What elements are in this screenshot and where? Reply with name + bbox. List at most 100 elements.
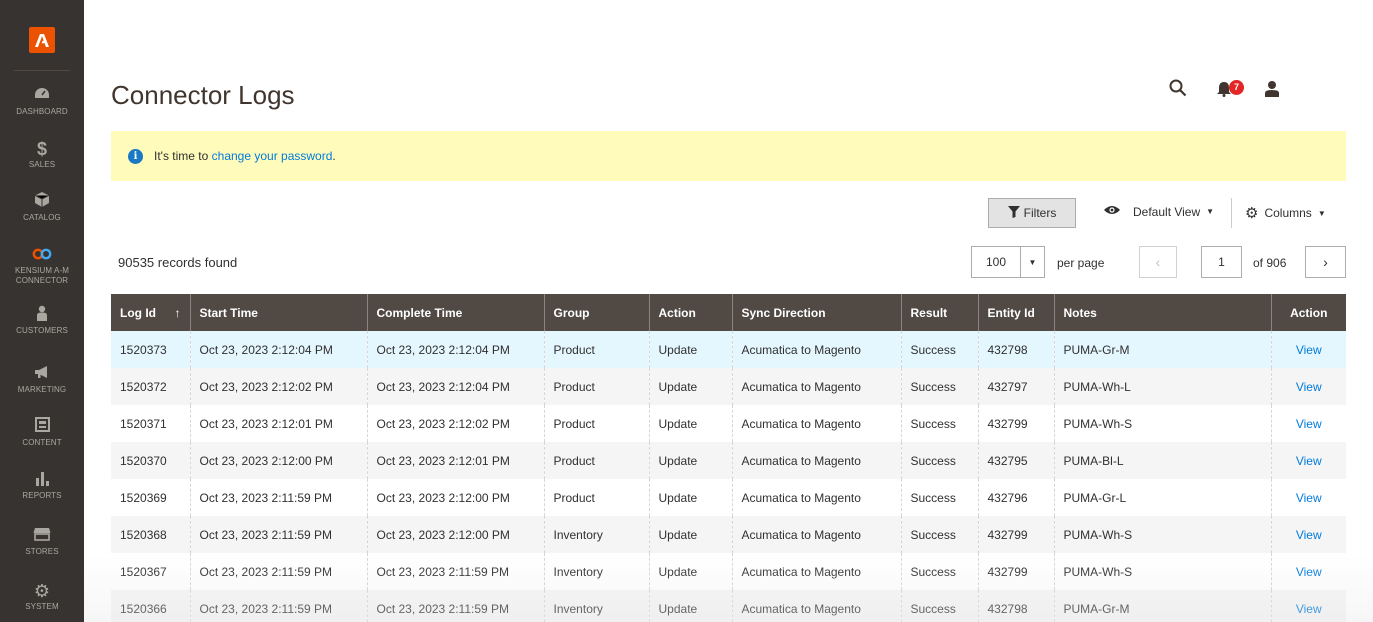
cell-notes: PUMA-Gr-L	[1053, 479, 1271, 516]
cell-result: Success	[900, 405, 978, 442]
cell-entity-id: 432798	[977, 331, 1054, 368]
sidebar-item-customers[interactable]: CUSTOMERS	[0, 305, 84, 336]
cell-entity-id: 432795	[977, 442, 1054, 479]
dashboard-icon	[0, 86, 84, 106]
notification-count-badge[interactable]: 7	[1229, 80, 1244, 95]
view-link[interactable]: View	[1296, 491, 1322, 505]
cell-row-action: View	[1270, 479, 1346, 516]
megaphone-icon	[0, 364, 84, 384]
column-header-notes[interactable]: Notes	[1053, 294, 1271, 331]
cell-log-id: 1520366	[111, 590, 190, 622]
table-header-row: Log Id ↑ Start Time Complete Time Group A…	[111, 294, 1346, 331]
cell-complete-time: Oct 23, 2023 2:11:59 PM	[366, 553, 544, 590]
page-title: Connector Logs	[111, 80, 295, 110]
sidebar-item-system[interactable]: ⚙ SYSTEM	[0, 581, 84, 612]
column-header-log-id[interactable]: Log Id ↑	[111, 294, 190, 331]
cell-row-action: View	[1270, 590, 1346, 622]
user-account-icon[interactable]	[1264, 80, 1280, 102]
table-row[interactable]: 1520367 Oct 23, 2023 2:11:59 PM Oct 23, …	[111, 553, 1346, 590]
change-password-link[interactable]: change your password	[212, 149, 333, 163]
connector-logs-table: Log Id ↑ Start Time Complete Time Group A…	[111, 294, 1346, 622]
table-row[interactable]: 1520370 Oct 23, 2023 2:12:00 PM Oct 23, …	[111, 442, 1346, 479]
cell-start-time: Oct 23, 2023 2:11:59 PM	[189, 516, 367, 553]
filters-button[interactable]: Filters	[988, 198, 1076, 228]
view-link[interactable]: View	[1296, 417, 1322, 431]
cell-result: Success	[900, 331, 978, 368]
cell-start-time: Oct 23, 2023 2:12:04 PM	[189, 331, 367, 368]
table-row[interactable]: 1520371 Oct 23, 2023 2:12:01 PM Oct 23, …	[111, 405, 1346, 442]
table-row[interactable]: 1520372 Oct 23, 2023 2:12:02 PM Oct 23, …	[111, 368, 1346, 405]
view-link[interactable]: View	[1296, 454, 1322, 468]
previous-page-button[interactable]: ‹	[1139, 246, 1177, 278]
chevron-left-icon: ‹	[1155, 254, 1161, 270]
cell-log-id: 1520369	[111, 479, 190, 516]
chevron-right-icon: ›	[1323, 254, 1328, 270]
sidebar-item-catalog[interactable]: CATALOG	[0, 192, 84, 223]
search-icon[interactable]	[1169, 79, 1187, 102]
view-link[interactable]: View	[1296, 602, 1322, 616]
toolbar-divider	[1231, 198, 1232, 228]
cell-result: Success	[900, 442, 978, 479]
records-found: 90535 records found	[118, 255, 238, 270]
message-suffix: .	[332, 149, 336, 163]
per-page-label: per page	[1057, 256, 1105, 270]
view-link[interactable]: View	[1296, 380, 1322, 394]
next-page-button[interactable]: ›	[1305, 246, 1346, 278]
cell-action: Update	[648, 442, 732, 479]
cell-group: Inventory	[543, 590, 649, 622]
cell-notes: PUMA-Wh-L	[1053, 368, 1271, 405]
cell-start-time: Oct 23, 2023 2:12:00 PM	[189, 442, 367, 479]
sidebar-item-kensium-connector[interactable]: KENSIUM A-M CONNECTOR	[0, 245, 84, 286]
column-header-row-action: Action	[1270, 294, 1346, 331]
layout-icon	[0, 417, 84, 437]
cell-log-id: 1520368	[111, 516, 190, 553]
sidebar-item-reports[interactable]: REPORTS	[0, 470, 84, 501]
columns-dropdown[interactable]: ⚙ Columns ▼	[1245, 204, 1326, 222]
sort-ascending-icon: ↑	[174, 305, 181, 320]
total-pages-label: of 906	[1253, 256, 1287, 270]
cell-group: Product	[543, 331, 649, 368]
eye-icon	[1103, 204, 1121, 219]
column-header-sync-direction[interactable]: Sync Direction	[731, 294, 901, 331]
column-header-start-time[interactable]: Start Time	[189, 294, 367, 331]
table-row[interactable]: 1520368 Oct 23, 2023 2:11:59 PM Oct 23, …	[111, 516, 1346, 553]
view-link[interactable]: View	[1296, 343, 1322, 357]
cell-complete-time: Oct 23, 2023 2:12:02 PM	[366, 405, 544, 442]
cell-complete-time: Oct 23, 2023 2:12:01 PM	[366, 442, 544, 479]
cell-complete-time: Oct 23, 2023 2:12:04 PM	[366, 368, 544, 405]
column-header-action[interactable]: Action	[648, 294, 732, 331]
cell-complete-time: Oct 23, 2023 2:12:00 PM	[366, 479, 544, 516]
cell-entity-id: 432799	[977, 553, 1054, 590]
message-prefix: It's time to	[154, 149, 212, 163]
gear-icon: ⚙	[1245, 205, 1259, 222]
cell-action: Update	[648, 331, 732, 368]
cell-log-id: 1520367	[111, 553, 190, 590]
sidebar-item-sales[interactable]: $ SALES	[0, 139, 84, 170]
sidebar-item-dashboard[interactable]: DASHBOARD	[0, 86, 84, 117]
column-header-entity-id[interactable]: Entity Id	[977, 294, 1054, 331]
cell-notes: PUMA-Wh-S	[1053, 553, 1271, 590]
cell-notes: PUMA-Gr-M	[1053, 331, 1271, 368]
caret-down-icon[interactable]: ▼	[1020, 247, 1044, 277]
cell-row-action: View	[1270, 553, 1346, 590]
table-row[interactable]: 1520366 Oct 23, 2023 2:11:59 PM Oct 23, …	[111, 590, 1346, 622]
cell-group: Inventory	[543, 553, 649, 590]
cell-log-id: 1520371	[111, 405, 190, 442]
page-number-input[interactable]: 1	[1201, 246, 1242, 278]
cell-complete-time: Oct 23, 2023 2:12:00 PM	[366, 516, 544, 553]
view-link[interactable]: View	[1296, 528, 1322, 542]
column-header-complete-time[interactable]: Complete Time	[366, 294, 544, 331]
per-page-select[interactable]: 100 ▼	[971, 246, 1045, 278]
table-row[interactable]: 1520369 Oct 23, 2023 2:11:59 PM Oct 23, …	[111, 479, 1346, 516]
default-view-dropdown[interactable]: Default View ▼	[1103, 204, 1214, 219]
bar-chart-icon	[0, 470, 84, 490]
sidebar-item-stores[interactable]: STORES	[0, 526, 84, 557]
sidebar-item-marketing[interactable]: MARKETING	[0, 364, 84, 395]
adobe-logo-icon[interactable]	[29, 27, 55, 53]
cell-result: Success	[900, 516, 978, 553]
column-header-result[interactable]: Result	[900, 294, 978, 331]
sidebar-item-content[interactable]: CONTENT	[0, 417, 84, 448]
view-link[interactable]: View	[1296, 565, 1322, 579]
column-header-group[interactable]: Group	[543, 294, 649, 331]
table-row[interactable]: 1520373 Oct 23, 2023 2:12:04 PM Oct 23, …	[111, 331, 1346, 368]
